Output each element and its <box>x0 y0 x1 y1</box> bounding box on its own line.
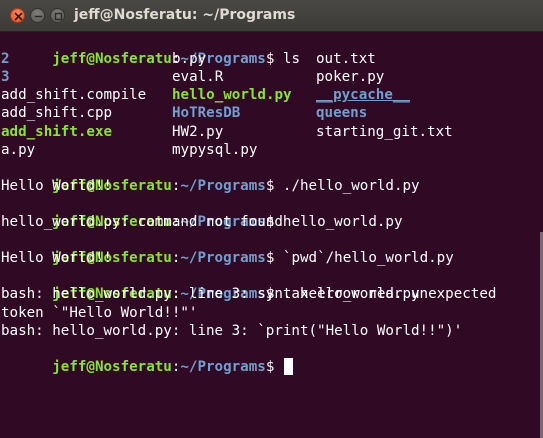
command-line: jeff@Nosferatu:~/Programs$ . hello_world… <box>1 267 419 302</box>
listing-row: add_shift.compile hello_world.py __pycac… <box>1 86 410 104</box>
maximize-icon <box>54 12 63 21</box>
listing-entry-dir: HoTResDB <box>172 105 241 122</box>
listing-row: add_shift.cpp HoTResDB queens <box>1 104 367 122</box>
prompt-path: ~/Programs <box>180 250 266 267</box>
maximize-button[interactable] <box>50 8 65 23</box>
prompt-path: ~/Programs <box>180 358 266 375</box>
terminal-window: jeff@Nosferatu: ~/Programs jeff@Nosferat… <box>0 0 543 438</box>
output-line: Hello World!! <box>1 250 113 267</box>
listing-entry-file: mypysql.py <box>172 141 258 158</box>
prompt-dollar: $ <box>265 177 283 194</box>
prompt-dollar: $ <box>265 358 283 375</box>
command-text: ls <box>282 51 300 68</box>
command-text: ./hello_world.py <box>282 177 420 194</box>
prompt-user-host: jeff@Nosferatu <box>52 358 172 375</box>
minimize-button[interactable] <box>30 8 45 23</box>
listing-entry-file: out.txt <box>316 51 376 68</box>
close-icon <box>14 12 23 21</box>
listing-row: 3 eval.R poker.py <box>1 68 384 86</box>
listing-row: a.py mypysql.py <box>1 141 257 159</box>
command-line: jeff@Nosferatu:~/Programs$ hello_world.p… <box>1 195 402 230</box>
listing-entry-exec: hello_world.py <box>172 87 292 104</box>
listing-entry-file: a.py <box>1 141 36 158</box>
listing-entry-file: HW2.py <box>172 123 224 140</box>
listing-row: add_shift.exe HW2.py starting_git.txt <box>1 123 453 141</box>
listing-entry-file: b.py <box>172 51 207 68</box>
listing-entry-file: add_shift.compile <box>1 87 147 104</box>
window-title: jeff@Nosferatu: ~/Programs <box>74 7 296 23</box>
error-line: bash: hello_world.py: line 3: `print("He… <box>1 322 463 339</box>
listing-entry-dir: queens <box>316 105 368 122</box>
command-line: jeff@Nosferatu:~/Programs$ `pwd`/hello_w… <box>1 231 454 266</box>
prompt-path: ~/Programs <box>180 177 266 194</box>
listing-entry-exec: add_shift.exe <box>1 123 113 140</box>
title-bar[interactable]: jeff@Nosferatu: ~/Programs <box>0 0 543 32</box>
listing-entry-file: add_shift.cpp <box>1 105 113 122</box>
command-text: hello_world.py <box>282 213 403 230</box>
prompt-dollar: $ <box>265 250 283 267</box>
output-line: Hello World!! <box>1 177 113 194</box>
error-line: bash: hello_world.py: line 3: syntax err… <box>1 286 497 303</box>
listing-entry-file: starting_git.txt <box>316 123 453 140</box>
prompt-user-host: jeff@Nosferatu <box>52 51 172 68</box>
active-prompt-line[interactable]: jeff@Nosferatu:~/Programs$ <box>1 340 293 375</box>
minimize-icon <box>34 15 43 18</box>
error-line: token `"Hello World!!"' <box>1 304 198 321</box>
listing-entry-dir: __pycache__ <box>316 87 410 104</box>
listing-entry-file: eval.R <box>172 69 224 86</box>
listing-entry-file: poker.py <box>316 69 385 86</box>
prompt-dollar: $ <box>265 51 283 68</box>
output-line: hello_world.py: command not found <box>1 214 283 230</box>
close-button[interactable] <box>10 8 25 23</box>
listing-entry-dir: 2 <box>1 51 10 68</box>
command-line: jeff@Nosferatu:~/Programs$ ls <box>1 32 300 67</box>
terminal-content[interactable]: jeff@Nosferatu:~/Programs$ ls 2 b.py out… <box>0 32 543 438</box>
command-text: `pwd`/hello_world.py <box>282 250 454 267</box>
text-cursor <box>283 357 293 375</box>
listing-row: 2 b.py out.txt <box>1 50 376 68</box>
listing-entry-dir: 3 <box>1 69 10 86</box>
command-line: jeff@Nosferatu:~/Programs$ ./hello_world… <box>1 159 419 194</box>
